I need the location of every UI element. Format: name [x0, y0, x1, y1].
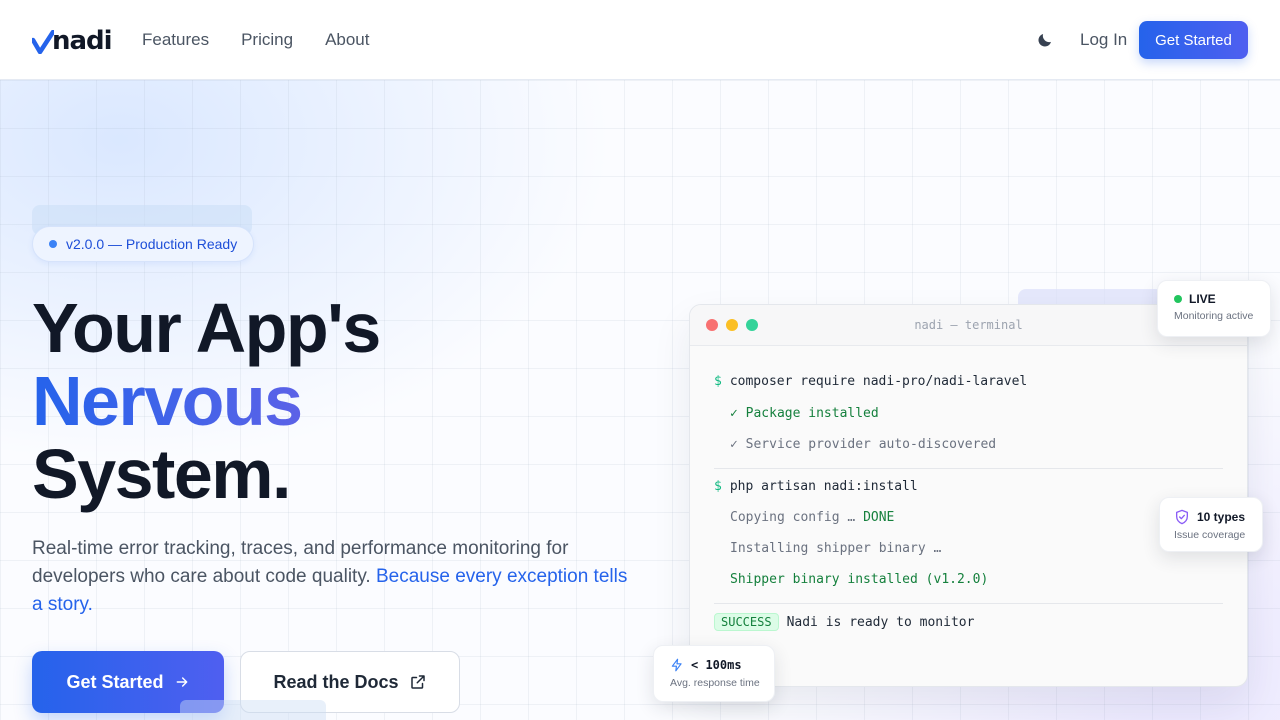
nav-links: Features Pricing About [142, 30, 370, 50]
external-link-icon [410, 675, 425, 689]
terminal-line: ✓ Package installed [730, 406, 879, 421]
top-nav: nadi Features Pricing About Log In Get S… [0, 0, 1280, 80]
version-badge: v2.0.0 — Production Ready [32, 226, 255, 262]
live-status-card: LIVE Monitoring active [1157, 280, 1271, 337]
success-tag: SUCCESS [714, 613, 779, 631]
nav-get-started-button[interactable]: Get Started [1139, 21, 1248, 59]
headline-line-3: System. [32, 435, 291, 513]
decorative-chip-bottom [180, 700, 326, 720]
types-card-title: 10 types [1174, 509, 1248, 525]
nav-link-about[interactable]: About [325, 30, 369, 50]
nav-link-features[interactable]: Features [142, 30, 209, 50]
speed-card-title: < 100ms [670, 657, 758, 673]
version-badge-text: v2.0.0 — Production Ready [66, 236, 238, 252]
headline-line-1: Your App's [32, 289, 381, 367]
prompt-symbol: $ [714, 479, 722, 494]
terminal-line: SUCCESS Nadi is ready to monitor [714, 613, 974, 631]
read-docs-label: Read the Docs [273, 671, 399, 692]
terminal-line: Shipper binary installed (v1.2.0) [730, 572, 989, 587]
terminal-window: nadi — terminal $ composer require nadi-p… [689, 304, 1248, 687]
types-label: 10 types [1197, 510, 1246, 524]
live-label: LIVE [1189, 292, 1216, 306]
response-time-card: < 100ms Avg. response time [653, 645, 775, 702]
terminal-line: $ php artisan nadi:install [714, 479, 918, 494]
nav-link-pricing[interactable]: Pricing [241, 30, 293, 50]
terminal-line: ✓ Service provider auto-discovered [730, 437, 997, 452]
speed-card-subtitle: Avg. response time [670, 677, 760, 689]
output-text: Copying config … [730, 510, 864, 525]
logo-check-icon [32, 30, 54, 54]
terminal-divider [714, 603, 1223, 604]
live-dot-icon [1174, 295, 1182, 303]
hero-subtitle: Real-time error tracking, traces, and pe… [32, 535, 632, 619]
speed-label: < 100ms [691, 658, 742, 672]
terminal-divider [714, 468, 1223, 469]
success-text: Nadi is ready to monitor [786, 615, 975, 630]
arrow-right-icon [176, 677, 187, 687]
headline-line-2: Nervous [32, 365, 380, 438]
issue-types-card: 10 types Issue coverage [1159, 497, 1263, 552]
done-status: DONE [863, 510, 895, 525]
login-link[interactable]: Log In [1080, 30, 1127, 50]
moon-icon[interactable] [1036, 31, 1054, 49]
get-started-label: Get Started [66, 671, 164, 692]
terminal-line: Installing shipper binary … [730, 541, 942, 556]
prompt-symbol: $ [714, 374, 722, 389]
shield-check-icon [1176, 509, 1188, 525]
nadi-logo[interactable]: nadi [32, 26, 113, 56]
terminal-line: Copying config … DONE [730, 510, 894, 525]
terminal-line: $ composer require nadi-pro/nadi-laravel [714, 374, 1027, 389]
live-card-title: LIVE [1174, 292, 1254, 306]
lightning-icon [671, 658, 682, 672]
hero-headline: Your App's Nervous System. [32, 289, 381, 513]
logo-wordmark: nadi [52, 26, 113, 56]
badge-dot [49, 240, 57, 248]
command-text: composer require nadi-pro/nadi-laravel [729, 374, 1028, 389]
live-card-subtitle: Monitoring active [1174, 310, 1254, 322]
command-text: php artisan nadi:install [729, 479, 918, 494]
types-card-subtitle: Issue coverage [1174, 529, 1246, 541]
